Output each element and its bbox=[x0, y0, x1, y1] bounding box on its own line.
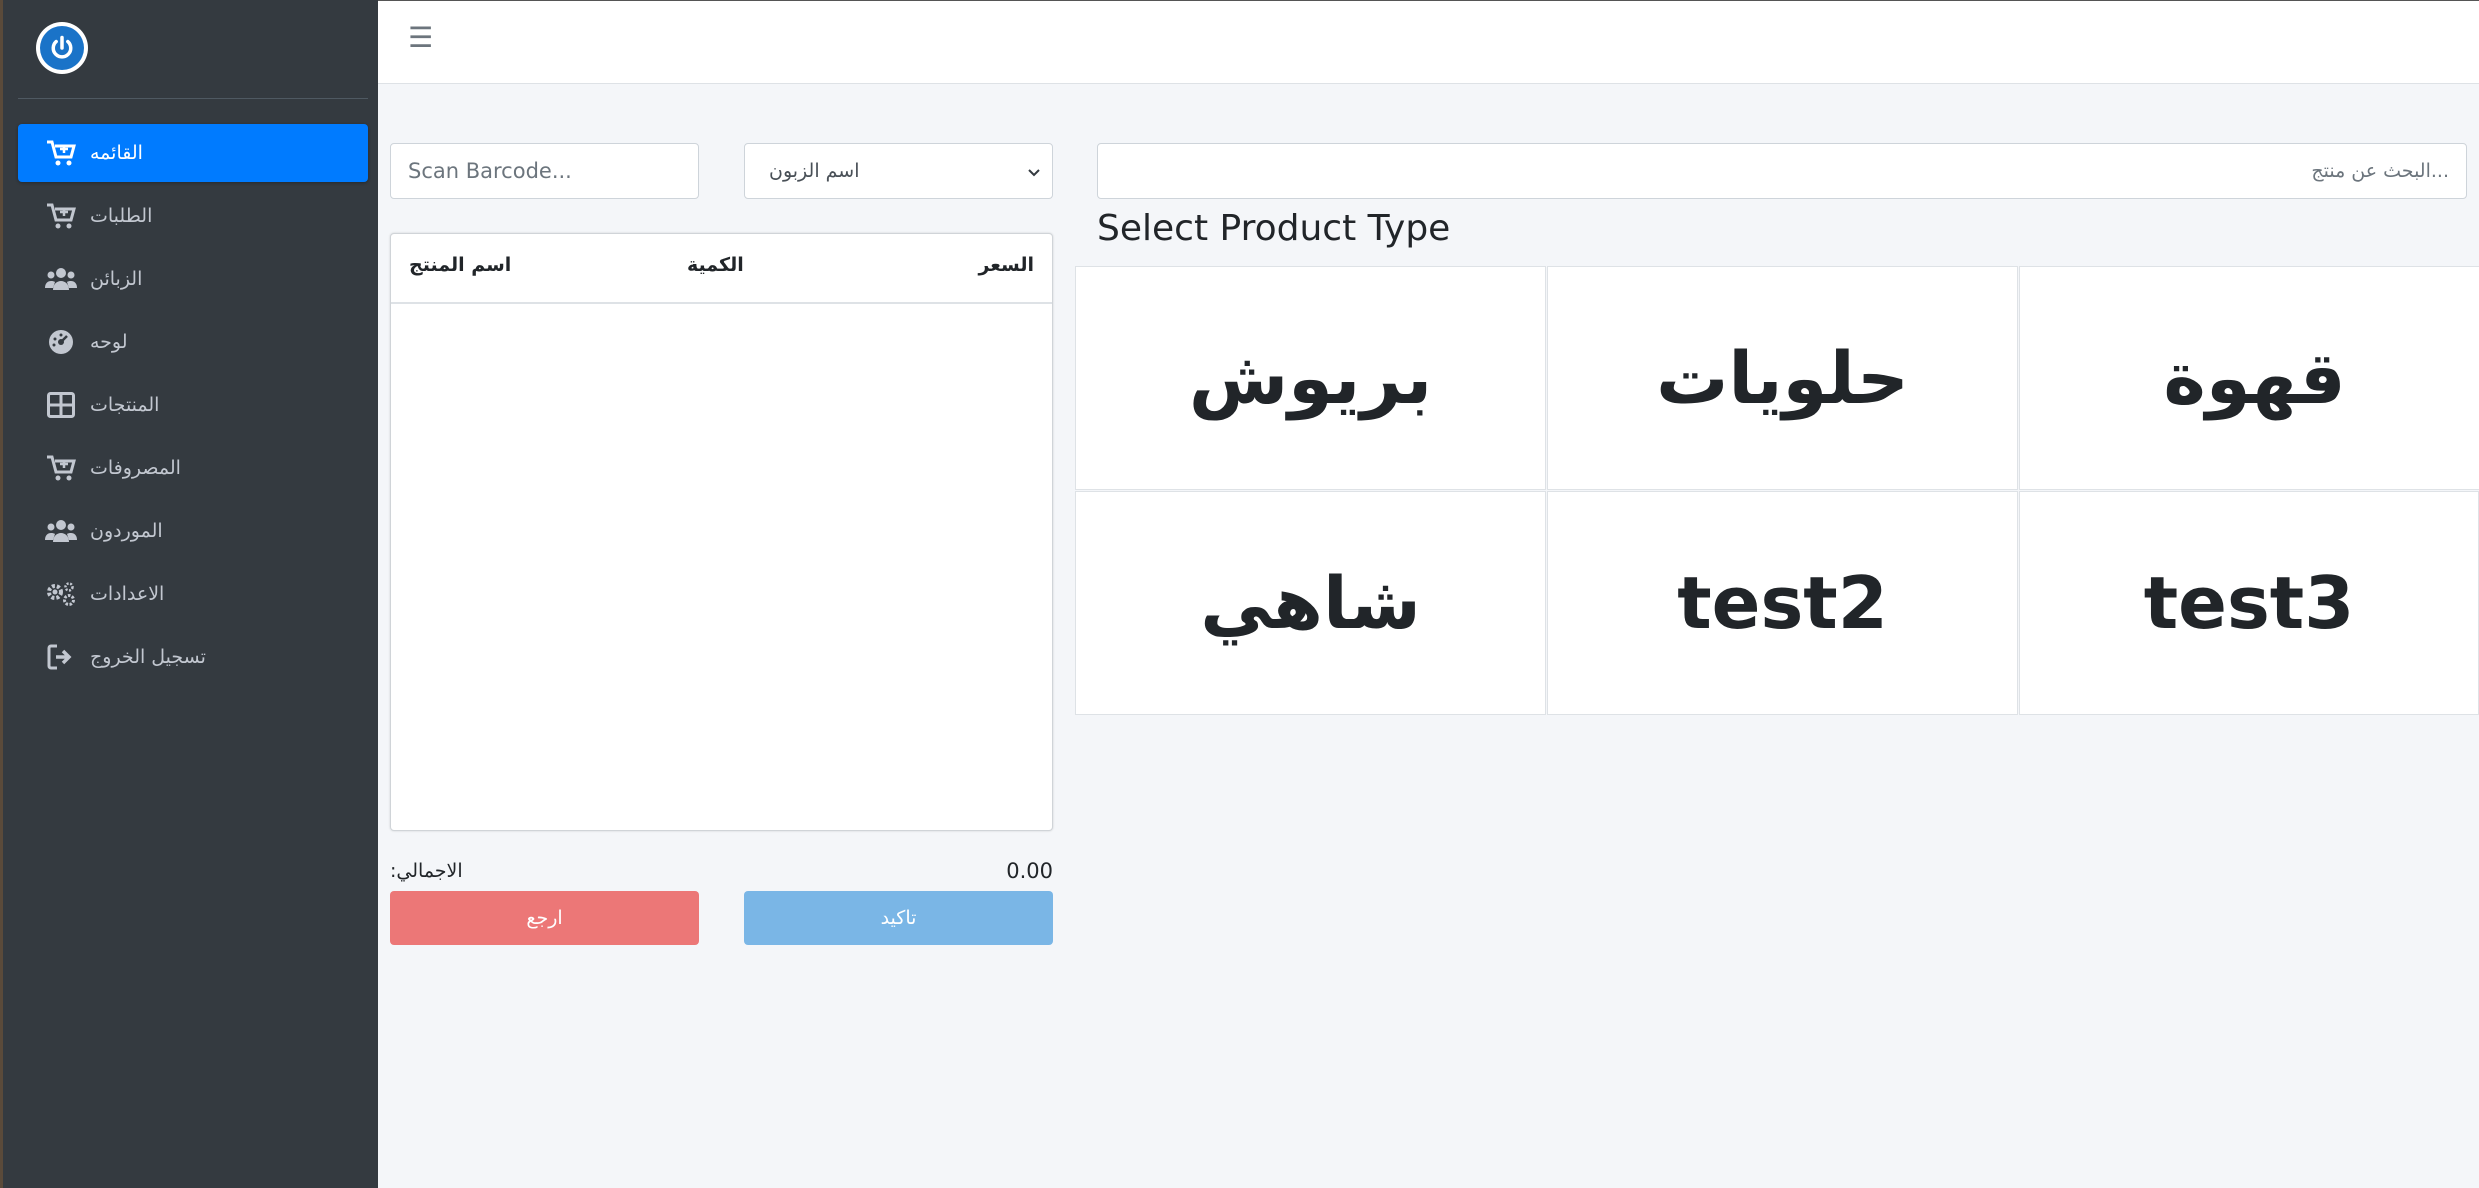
sidebar-item-label: لوحه bbox=[90, 331, 128, 353]
sidebar-nav: القائمه الطلبات الزبائن لوحه المنتجات ال… bbox=[18, 124, 368, 691]
customer-select[interactable]: اسم الزبون bbox=[744, 143, 1053, 199]
cancel-button[interactable]: ارجع bbox=[390, 891, 699, 945]
cart-table-header: اسم المنتج الكمية السعر bbox=[391, 234, 1052, 304]
sidebar-item-label: الزبائن bbox=[90, 268, 143, 290]
brand bbox=[18, 0, 368, 99]
product-type-tile[interactable]: شاهي bbox=[1075, 491, 1546, 715]
sidebar-item-label: القائمه bbox=[90, 142, 143, 164]
col-product-name: اسم المنتج bbox=[409, 254, 512, 276]
users-icon bbox=[44, 262, 78, 296]
sidebar-item-expenses[interactable]: المصروفات bbox=[18, 439, 368, 497]
sidebar-item-menu[interactable]: القائمه bbox=[18, 124, 368, 182]
grid-icon bbox=[44, 388, 78, 422]
hamburger-menu-icon[interactable]: ☰ bbox=[408, 21, 433, 54]
top-navbar: ☰ bbox=[378, 0, 2479, 84]
total-value: 0.00 bbox=[1006, 859, 1053, 883]
product-search-input[interactable] bbox=[1097, 143, 2467, 199]
sidebar-item-logout[interactable]: تسجيل الخروج bbox=[18, 628, 368, 686]
sign-out-icon bbox=[44, 640, 78, 674]
sidebar-item-dashboard[interactable]: لوحه bbox=[18, 313, 368, 371]
total-label: :الاجمالي bbox=[390, 860, 463, 882]
sidebar-item-suppliers[interactable]: الموردون bbox=[18, 502, 368, 560]
logo[interactable] bbox=[36, 22, 88, 74]
product-type-tile[interactable]: بريوش bbox=[1075, 266, 1546, 490]
dashboard-icon bbox=[44, 325, 78, 359]
cart-plus-icon bbox=[44, 451, 78, 485]
users-icon bbox=[44, 514, 78, 548]
product-type-tile[interactable]: test2 bbox=[1547, 491, 2018, 715]
cart-plus-icon bbox=[44, 136, 78, 170]
sidebar-item-label: الموردون bbox=[90, 520, 163, 542]
sidebar-item-label: الاعدادات bbox=[90, 583, 165, 605]
sidebar-item-customers[interactable]: الزبائن bbox=[18, 250, 368, 308]
product-type-tile[interactable]: قهوة bbox=[2019, 266, 2479, 490]
product-type-tile[interactable]: test3 bbox=[2019, 491, 2479, 715]
col-quantity: الكمية bbox=[687, 254, 744, 276]
sidebar-item-products[interactable]: المنتجات bbox=[18, 376, 368, 434]
product-type-tile[interactable]: حلويات bbox=[1547, 266, 2018, 490]
sidebar-item-label: الطلبات bbox=[90, 205, 153, 227]
sidebar-item-settings[interactable]: الاعدادات bbox=[18, 565, 368, 623]
confirm-button[interactable]: تاكيد bbox=[744, 891, 1053, 945]
barcode-input[interactable] bbox=[390, 143, 699, 199]
sidebar-item-label: المصروفات bbox=[90, 457, 181, 479]
col-price: السعر bbox=[978, 254, 1034, 276]
customer-select-value: اسم الزبون bbox=[769, 160, 860, 182]
sidebar-item-label: المنتجات bbox=[90, 394, 160, 416]
gears-icon bbox=[44, 577, 78, 611]
sidebar-item-label: تسجيل الخروج bbox=[90, 646, 206, 668]
sidebar-item-orders[interactable]: الطلبات bbox=[18, 187, 368, 245]
product-type-heading: Select Product Type bbox=[1097, 208, 1451, 249]
power-icon bbox=[40, 26, 84, 70]
cart-table: اسم المنتج الكمية السعر bbox=[390, 233, 1053, 831]
chevron-down-icon bbox=[1028, 162, 1040, 181]
cart-plus-icon bbox=[44, 199, 78, 233]
sidebar: القائمه الطلبات الزبائن لوحه المنتجات ال… bbox=[0, 0, 378, 1188]
